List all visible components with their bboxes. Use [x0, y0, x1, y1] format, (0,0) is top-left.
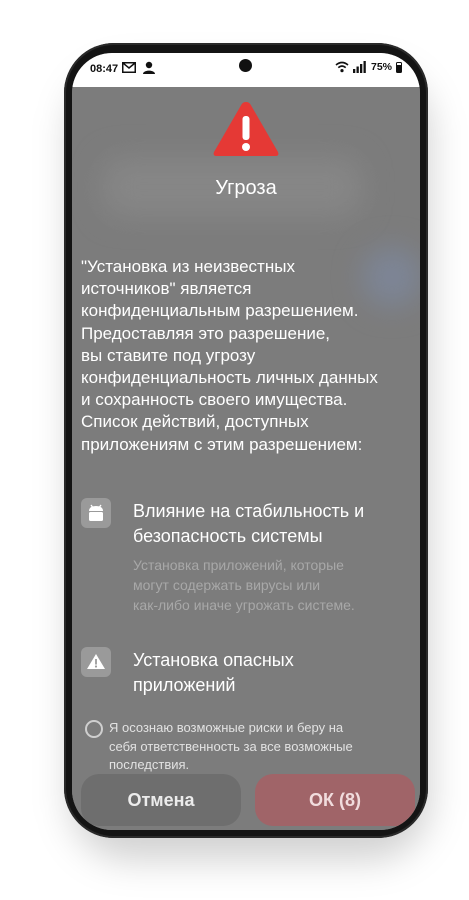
- screen: 08:47 75% Угроза "Установка из неизвестн…: [72, 53, 420, 830]
- front-camera: [239, 59, 252, 72]
- user-icon: [143, 61, 155, 74]
- permission-stability-description: Установка приложений, которые могут соде…: [133, 557, 355, 613]
- permission-stability-title: Влияние на стабильность и безопасность с…: [133, 501, 365, 546]
- mail-icon: [122, 62, 136, 73]
- phone-frame: 08:47 75% Угроза "Установка из неизвестн…: [64, 43, 428, 838]
- acknowledge-radio[interactable]: [85, 720, 103, 738]
- signal-icon: [352, 61, 366, 73]
- battery-icon: [396, 61, 402, 73]
- status-time: 08:47: [90, 63, 119, 75]
- cancel-button[interactable]: Отмена: [81, 774, 241, 826]
- dialog-title: Угроза: [215, 177, 277, 199]
- warning-triangle-icon: [213, 102, 279, 156]
- warning-small-icon: [81, 647, 111, 677]
- permission-dangerous-apps-title: Установка опасных приложений: [133, 650, 294, 695]
- dialog-body: "Установка из неизвестных источников" яв…: [81, 257, 378, 454]
- status-bar: 08:47 75%: [72, 53, 420, 87]
- status-right: 75%: [335, 61, 402, 73]
- battery-percent: 75%: [370, 61, 392, 73]
- ok-button[interactable]: ОК (8): [255, 774, 415, 826]
- android-icon: [81, 498, 111, 528]
- wifi-icon: [335, 61, 349, 73]
- acknowledge-label[interactable]: Я осознаю возможные риски и беру на себя…: [109, 719, 409, 775]
